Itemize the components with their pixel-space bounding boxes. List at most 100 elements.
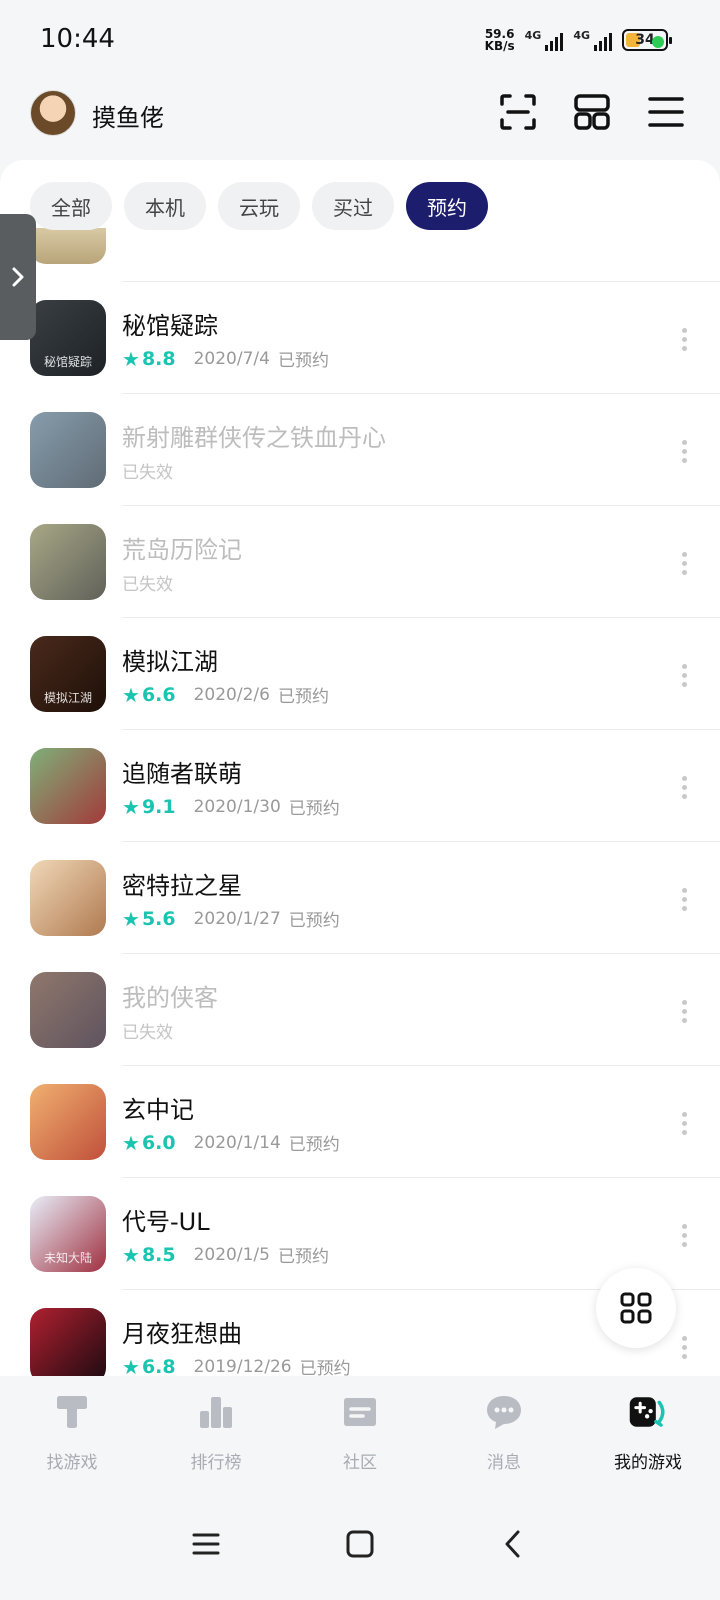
signal-icon: 4G — [525, 29, 564, 51]
game-meta: ★ 5.6 2020/1/27 已预约 — [122, 906, 340, 932]
list-item[interactable]: 玄中记 ★ 6.0 2020/1/14 已预约 — [0, 1066, 720, 1178]
nav-item[interactable]: 社区 — [288, 1376, 432, 1488]
reservation-status: 已预约 — [277, 351, 329, 371]
find-game-icon — [52, 1392, 92, 1432]
game-title: 月夜狂想曲 — [122, 1320, 242, 1348]
star-icon: ★ — [122, 682, 140, 707]
thumbnail-text: 模拟江湖 — [43, 691, 92, 705]
system-nav-bar — [0, 1488, 720, 1600]
back-icon[interactable] — [492, 1522, 536, 1566]
list-item[interactable]: 秘馆疑踪 秘馆疑踪 ★ 8.8 2020/7/4 已预约 — [0, 282, 720, 394]
scan-icon[interactable] — [498, 92, 538, 132]
filter-chip[interactable]: 买过 — [312, 182, 394, 230]
game-meta: ★ 8.5 2020/1/5 已预约 — [122, 1242, 329, 1268]
more-options-icon[interactable] — [682, 552, 688, 575]
nav-label: 社区 — [343, 1453, 377, 1473]
nav-item[interactable]: 我的游戏 — [576, 1376, 720, 1488]
side-expand-tab[interactable] — [0, 214, 36, 340]
game-thumbnail — [30, 412, 106, 488]
list-item[interactable]: 未知大陆 代号-UL ★ 8.5 2020/1/5 已预约 — [0, 1178, 720, 1290]
thumbnail-text: 秘馆疑踪 — [43, 355, 92, 369]
filter-chip[interactable]: 云玩 — [218, 182, 300, 230]
privacy-indicator-dot — [652, 36, 664, 48]
more-options-icon[interactable] — [682, 888, 688, 911]
game-score: 5.6 — [141, 907, 176, 930]
star-icon: ★ — [122, 794, 140, 819]
list-item[interactable]: 模拟江湖 模拟江湖 ★ 6.6 2020/2/6 已预约 — [0, 618, 720, 730]
list-item[interactable]: 荒岛历险记 已失效 — [0, 506, 720, 618]
nav-item[interactable]: 找游戏 — [0, 1376, 144, 1488]
more-options-icon[interactable] — [682, 440, 688, 463]
reservation-date: 2020/7/4 — [193, 348, 270, 369]
more-options-icon[interactable] — [682, 1224, 688, 1247]
game-thumbnail — [30, 748, 106, 824]
header: 摸鱼佬 — [0, 84, 720, 160]
bottom-nav: 找游戏 排行榜 社区 消息 我的游戏 — [0, 1376, 720, 1488]
game-title: 代号-UL — [122, 1208, 210, 1236]
partial-list-item[interactable] — [0, 228, 720, 282]
filter-chip[interactable]: 全部 — [30, 182, 112, 230]
list-item[interactable]: 追随者联萌 ★ 9.1 2020/1/30 已预约 — [0, 730, 720, 842]
status-bar: 10:44 59.6 KB/s 4G 4G 34 — [0, 0, 720, 84]
floating-apps-button[interactable] — [596, 1268, 676, 1348]
thumbnail-text: 未知大陆 — [43, 1251, 92, 1265]
reservation-status: 已失效 — [122, 575, 173, 595]
game-meta: ★ 6.0 2020/1/14 已预约 — [122, 1130, 340, 1156]
reservation-status: 已预约 — [288, 911, 340, 931]
game-meta: ★ 8.8 2020/7/4 已预约 — [122, 346, 329, 372]
game-thumbnail — [30, 860, 106, 936]
ranking-icon — [196, 1392, 236, 1432]
nav-item[interactable]: 消息 — [432, 1376, 576, 1488]
filter-chip[interactable]: 本机 — [124, 182, 206, 230]
apps-grid-icon — [620, 1292, 652, 1324]
game-thumbnail — [30, 972, 106, 1048]
star-icon: ★ — [122, 1242, 140, 1267]
list-item[interactable]: 我的侠客 已失效 — [0, 954, 720, 1066]
game-score: 6.0 — [141, 1131, 176, 1154]
more-options-icon[interactable] — [682, 1336, 688, 1359]
more-options-icon[interactable] — [682, 664, 688, 687]
star-icon: ★ — [122, 1130, 140, 1155]
game-thumbnail: 模拟江湖 — [30, 636, 106, 712]
signal-icon: 4G — [573, 29, 612, 51]
filter-chip[interactable]: 预约 — [406, 182, 488, 230]
reservation-status: 已预约 — [288, 1135, 340, 1155]
more-options-icon[interactable] — [682, 328, 688, 351]
game-title: 密特拉之星 — [122, 872, 242, 900]
nav-label: 我的游戏 — [614, 1453, 682, 1473]
grid-layout-icon[interactable] — [572, 92, 612, 132]
recent-apps-icon[interactable] — [184, 1522, 228, 1566]
avatar[interactable] — [30, 90, 76, 136]
game-meta: ★ 6.6 2020/2/6 已预约 — [122, 682, 329, 708]
status-icons: 59.6 KB/s 4G 4G 34 — [485, 28, 672, 52]
game-meta: ★ 9.1 2020/1/30 已预约 — [122, 794, 340, 820]
game-score: 6.8 — [141, 1355, 176, 1378]
game-title: 模拟江湖 — [122, 648, 218, 676]
star-icon: ★ — [122, 346, 140, 371]
menu-icon[interactable] — [646, 92, 686, 132]
nav-label: 消息 — [487, 1453, 521, 1473]
nav-label: 找游戏 — [46, 1453, 98, 1473]
more-options-icon[interactable] — [682, 776, 688, 799]
username[interactable]: 摸鱼佬 — [92, 98, 164, 133]
game-score: 6.6 — [141, 683, 176, 706]
home-icon[interactable] — [338, 1522, 382, 1566]
game-thumbnail — [30, 1084, 106, 1160]
game-meta: 已失效 — [122, 458, 173, 483]
reservation-date: 2020/1/5 — [193, 1244, 270, 1265]
more-options-icon[interactable] — [682, 1112, 688, 1135]
more-options-icon[interactable] — [682, 1000, 688, 1023]
reservation-date: 2020/2/6 — [193, 684, 270, 705]
game-title: 新射雕群侠传之铁血丹心 — [122, 424, 386, 452]
game-title: 我的侠客 — [122, 984, 218, 1012]
reservation-date: 2020/1/27 — [193, 908, 281, 929]
game-title: 玄中记 — [122, 1096, 194, 1124]
star-icon: ★ — [122, 906, 140, 931]
reservation-status: 已预约 — [277, 1247, 329, 1267]
list-item[interactable]: 密特拉之星 ★ 5.6 2020/1/27 已预约 — [0, 842, 720, 954]
reservation-status: 已失效 — [122, 1023, 173, 1043]
game-thumbnail — [30, 228, 106, 264]
reservation-date: 2019/12/26 — [193, 1356, 292, 1377]
list-item[interactable]: 新射雕群侠传之铁血丹心 已失效 — [0, 394, 720, 506]
nav-item[interactable]: 排行榜 — [144, 1376, 288, 1488]
